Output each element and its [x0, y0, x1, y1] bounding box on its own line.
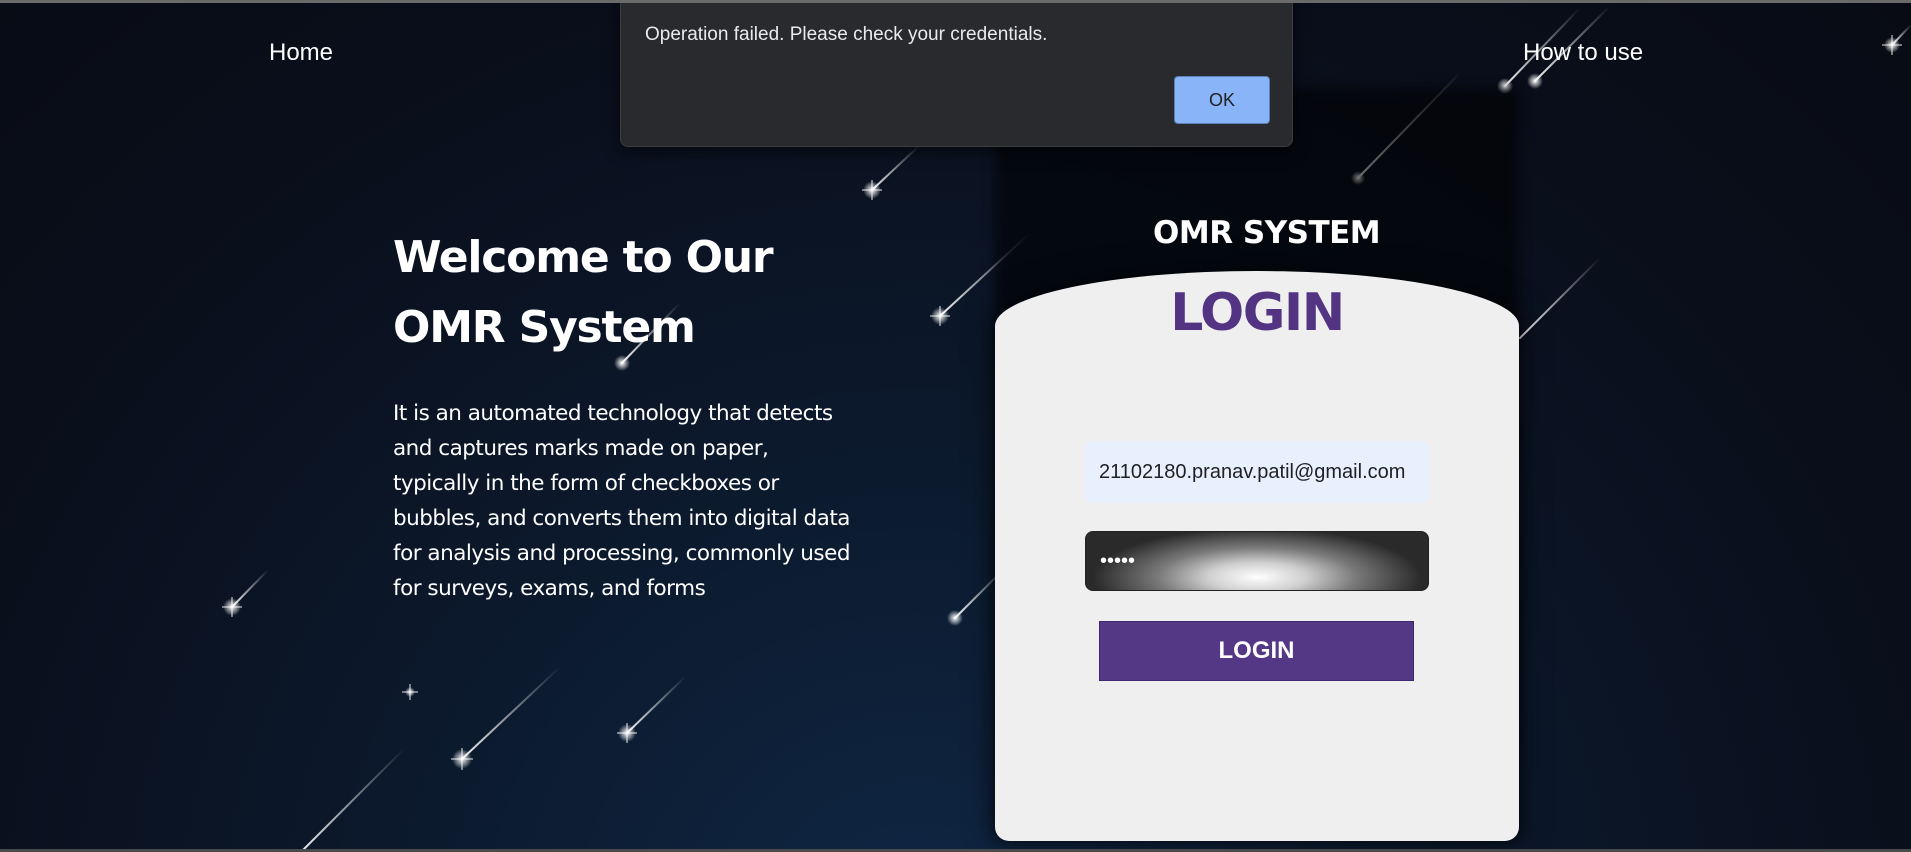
- alert-title: says: [645, 3, 686, 4]
- alert-dialog: says Operation failed. Please check your…: [620, 3, 1293, 147]
- login-form: LOGIN LOGIN: [995, 271, 1519, 841]
- alert-message: Operation failed. Please check your cred…: [645, 24, 1048, 45]
- login-heading: LOGIN: [1170, 283, 1345, 343]
- nav-how-to-use-link[interactable]: How to use: [1523, 39, 1643, 67]
- welcome-title: Welcome to Our OMR System: [393, 232, 774, 353]
- nav-home-link[interactable]: Home: [269, 39, 333, 67]
- omr-system-label: OMR SYSTEM: [1153, 215, 1381, 251]
- email-field[interactable]: [1085, 441, 1429, 503]
- login-button[interactable]: LOGIN: [1099, 621, 1414, 681]
- password-field[interactable]: [1085, 531, 1429, 591]
- alert-ok-button[interactable]: OK: [1174, 76, 1270, 124]
- welcome-description: It is an automated technology that detec…: [393, 401, 850, 601]
- alert-title-text: says: [645, 3, 686, 4]
- login-page: Home How to use Welcome to Our OMR Syste…: [0, 0, 1911, 852]
